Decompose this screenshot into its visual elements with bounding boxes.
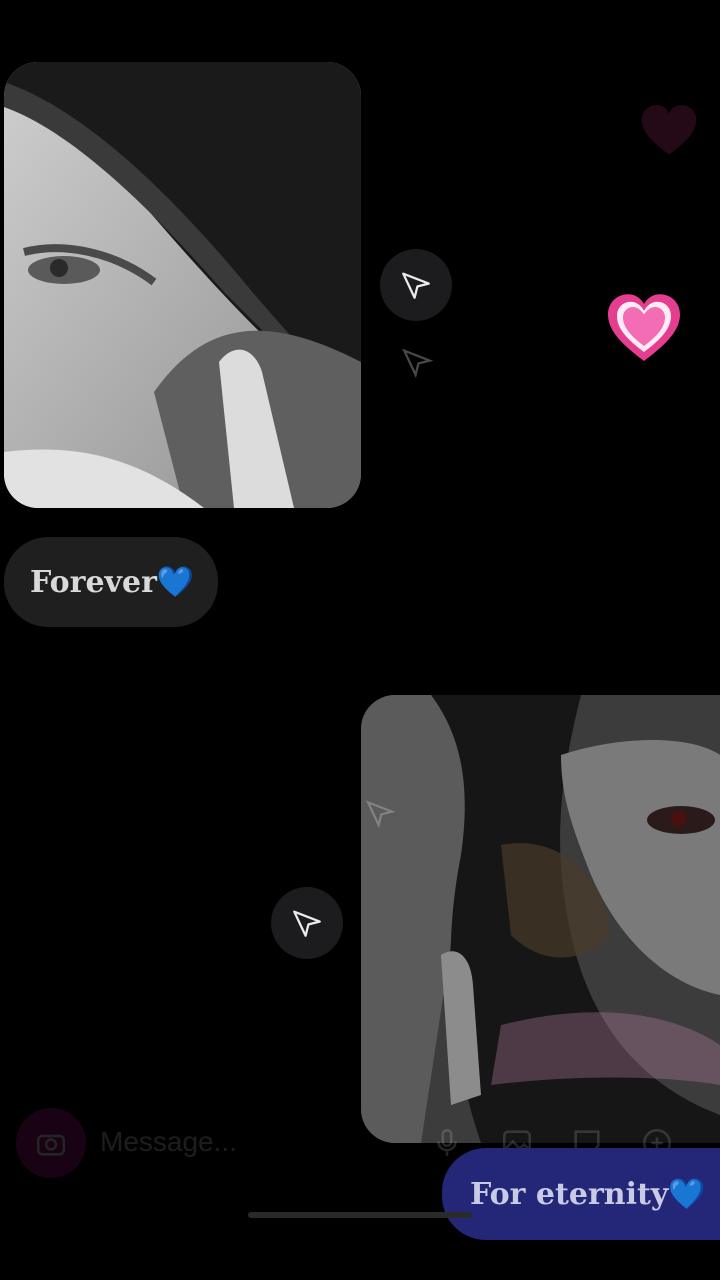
ghost-share-icon-small: [364, 797, 396, 829]
received-message-bubble[interactable]: Forever💙: [4, 537, 218, 627]
home-indicator: [248, 1212, 472, 1218]
sent-message-text: For eternity💙: [470, 1176, 706, 1212]
paper-plane-icon: [402, 272, 430, 299]
paper-plane-icon: [293, 910, 321, 937]
mic-icon[interactable]: [430, 1126, 464, 1160]
camera-button[interactable]: [16, 1108, 86, 1178]
sent-message-bubble[interactable]: For eternity💙: [442, 1148, 720, 1240]
ghost-share-icon: [400, 345, 434, 379]
sent-photo[interactable]: [361, 695, 720, 1143]
received-photo[interactable]: [4, 62, 361, 508]
share-button-sent[interactable]: [271, 887, 343, 959]
message-input[interactable]: Message...: [100, 1126, 237, 1158]
ghost-heart-icon: [638, 100, 700, 162]
camera-icon: [36, 1134, 66, 1156]
received-message-text: Forever💙: [30, 564, 195, 600]
share-button[interactable]: [380, 249, 452, 321]
heart-reaction-icon: [606, 292, 682, 364]
